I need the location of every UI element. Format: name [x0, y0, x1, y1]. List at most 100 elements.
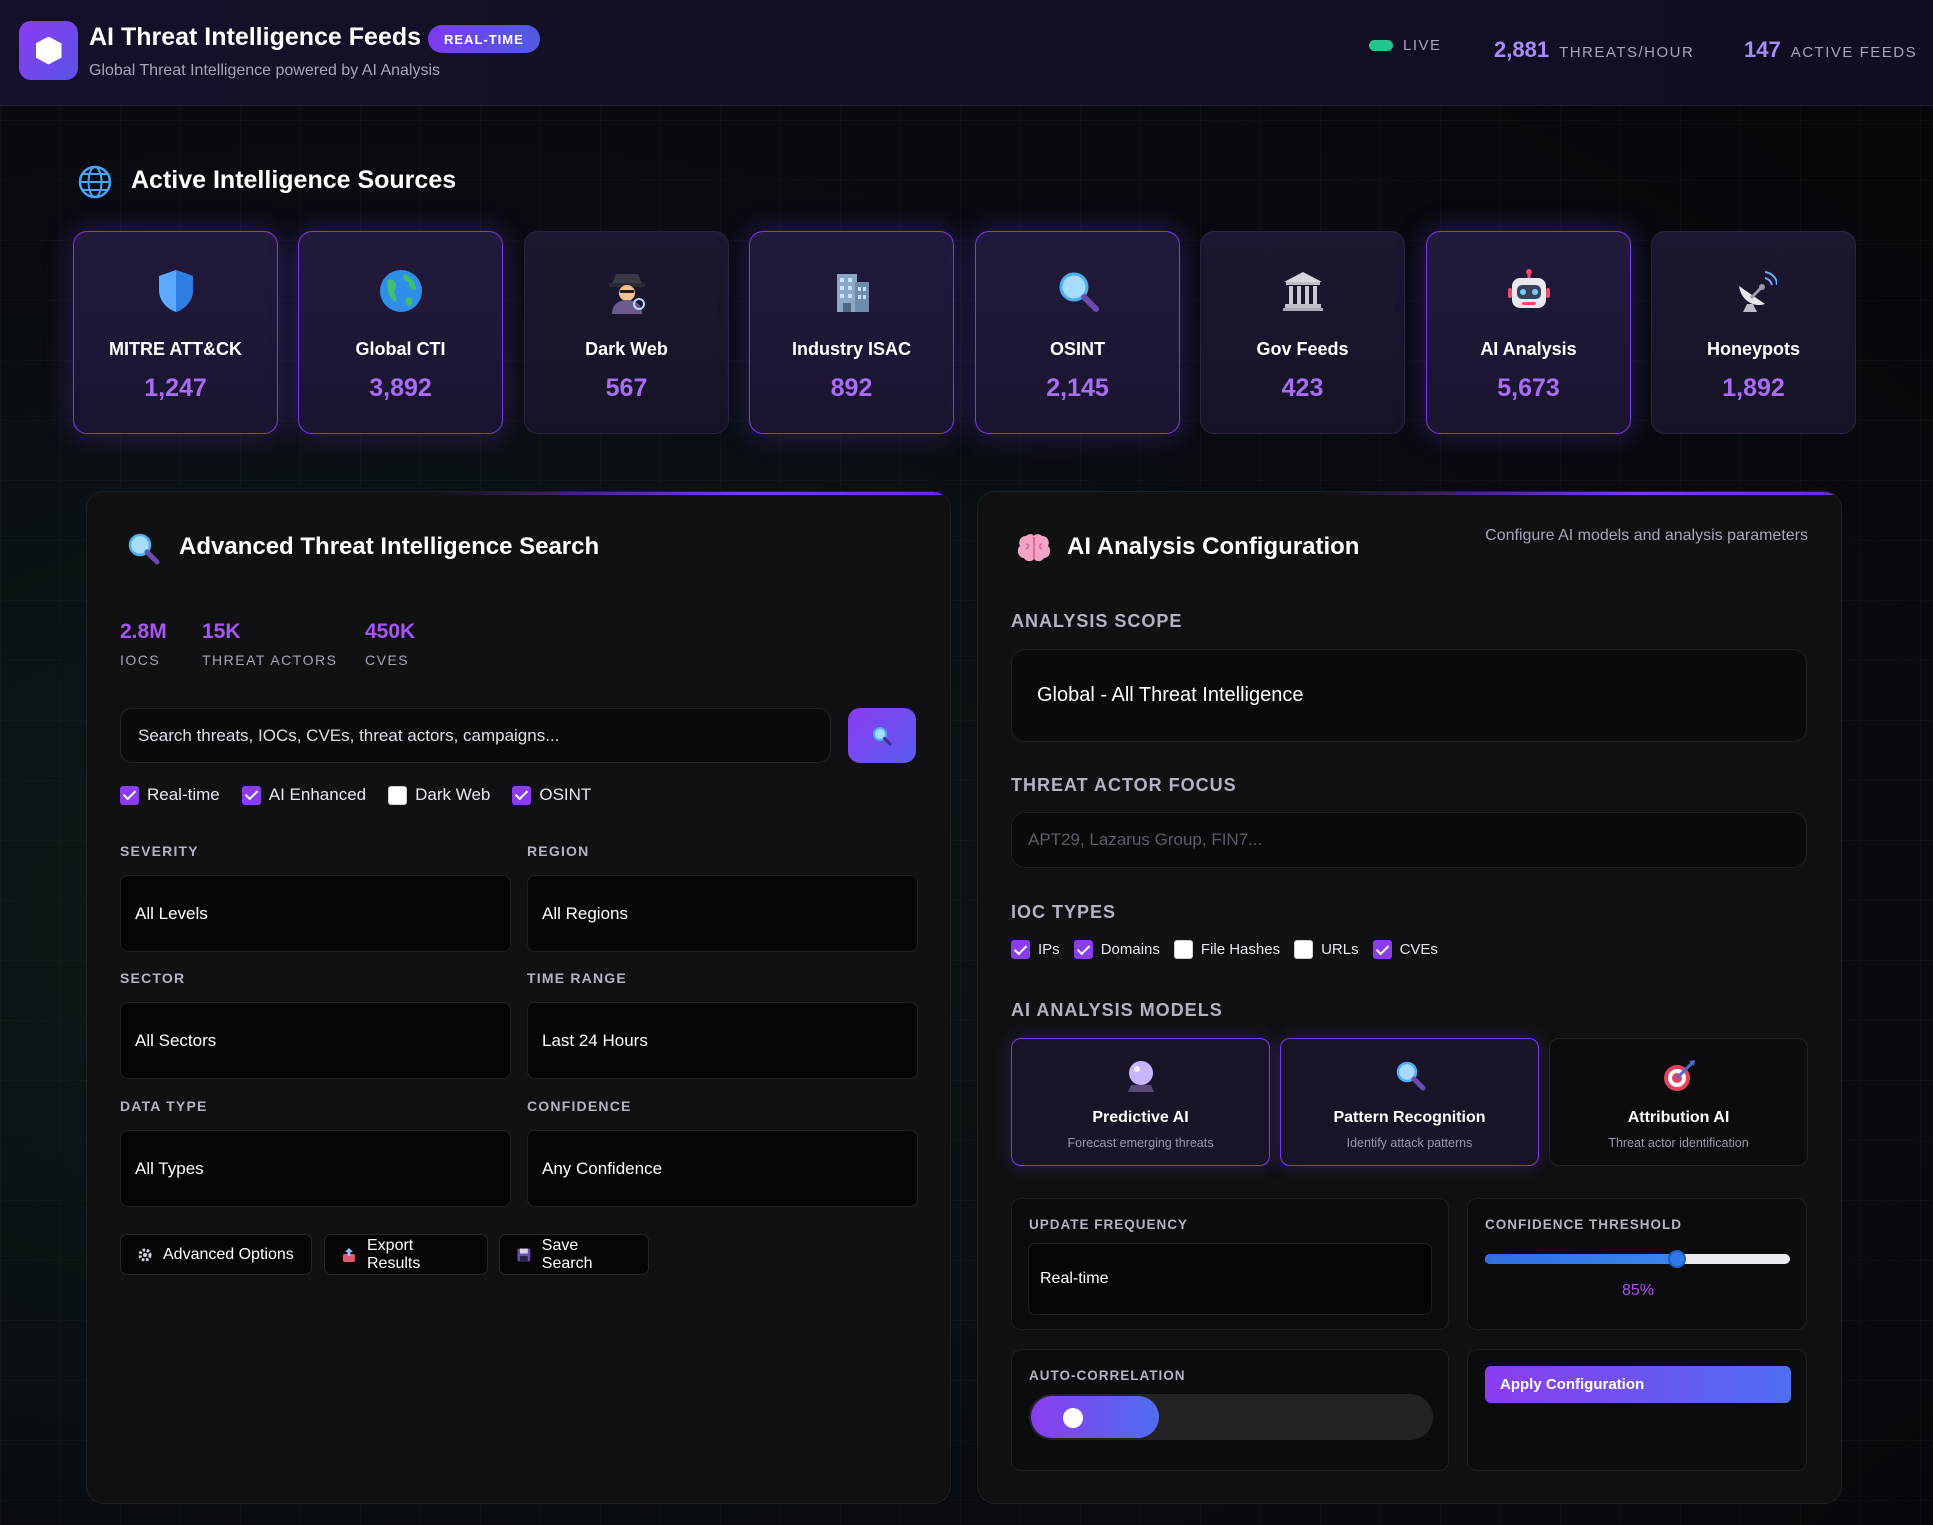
checkbox[interactable] — [388, 785, 408, 805]
app-header: AI Threat Intelligence Feeds REAL-TIME G… — [0, 0, 1933, 106]
threat-search-input[interactable]: Search threats, IOCs, CVEs, threat actor… — [120, 708, 831, 763]
analysis-scope-select[interactable]: Global - All Threat Intelligence — [1011, 649, 1807, 742]
time-range-select[interactable]: Last 24 Hours — [527, 1002, 918, 1079]
source-card-honeypots[interactable]: Honeypots 1,892 — [1651, 231, 1856, 434]
outbox-icon — [343, 1247, 355, 1262]
active-feeds-stat: 147 ACTIVE FEEDS — [1744, 37, 1917, 63]
government-building-icon — [1282, 272, 1323, 311]
live-indicator: LIVE — [1369, 37, 1442, 54]
confidence-select[interactable]: Any Confidence — [527, 1130, 918, 1207]
update-frequency-select[interactable]: Real-time — [1028, 1243, 1432, 1315]
ioc-types-label: IOC TYPES — [1011, 902, 1117, 922]
floppy-disk-icon — [517, 1248, 531, 1261]
crystal-ball-icon — [1127, 1061, 1154, 1092]
auto-correlation-label: AUTO-CORRELATION — [1029, 1368, 1186, 1383]
model-description: Forecast emerging threats — [1067, 1136, 1214, 1150]
region-select[interactable]: All Regions — [527, 875, 918, 952]
auto-correlation-toggle[interactable] — [1029, 1394, 1433, 1440]
source-card-industry-isac[interactable]: Industry ISAC 892 — [749, 231, 954, 434]
checkbox[interactable] — [241, 785, 261, 805]
severity-select[interactable]: All Levels — [120, 875, 511, 952]
brain-icon — [1017, 534, 1051, 562]
sector-select[interactable]: All Sectors — [120, 1002, 511, 1079]
toggle-knob — [1063, 1408, 1083, 1428]
ioc-domains[interactable]: Domains — [1073, 940, 1160, 959]
data-type-select[interactable]: All Types — [120, 1130, 511, 1207]
model-title: Attribution AI — [1627, 1109, 1730, 1126]
advanced-options-button[interactable]: Advanced Options — [120, 1234, 312, 1275]
checkbox[interactable] — [1294, 940, 1314, 959]
confidence-threshold-value: 85% — [1621, 1282, 1655, 1299]
checkbox[interactable] — [1372, 940, 1392, 959]
update-frequency-label: UPDATE FREQUENCY — [1029, 1217, 1189, 1232]
source-name: Industry ISAC — [791, 339, 911, 359]
gear-icon — [138, 1248, 152, 1261]
search-panel-title: Advanced Threat Intelligence Search — [179, 533, 600, 560]
stat-value: 450K — [365, 620, 416, 643]
ioc-cves[interactable]: CVEs — [1372, 940, 1438, 959]
source-count: 5,673 — [1497, 374, 1560, 402]
target-icon — [1663, 1060, 1695, 1091]
confidence-label: CONFIDENCE — [527, 1098, 632, 1114]
ioc-urls[interactable]: URLs — [1294, 940, 1359, 959]
source-card-ai-analysis[interactable]: AI Analysis 5,673 — [1426, 231, 1631, 434]
globe-icon — [78, 165, 112, 199]
office-building-icon — [836, 274, 869, 312]
source-name: Gov Feeds — [1256, 339, 1349, 359]
stat-cves: 450K CVES — [365, 620, 415, 668]
option-ai-enhanced[interactable]: AI Enhanced — [241, 785, 366, 805]
option-real-time[interactable]: Real-time — [120, 785, 220, 805]
checkbox[interactable] — [1011, 940, 1030, 959]
confidence-threshold-label: CONFIDENCE THRESHOLD — [1485, 1217, 1683, 1232]
export-results-button[interactable]: Export Results — [324, 1234, 488, 1275]
model-predictive-ai[interactable]: Predictive AI Forecast emerging threats — [1011, 1038, 1270, 1166]
threat-actor-focus-label: THREAT ACTOR FOCUS — [1011, 775, 1237, 795]
source-card-global-cti[interactable]: Global CTI 3,892 — [298, 231, 503, 434]
source-card-mitre[interactable]: MITRE ATT&CK 1,247 — [73, 231, 278, 434]
sector-label: SECTOR — [120, 970, 186, 986]
checkbox[interactable] — [1173, 940, 1193, 959]
search-button[interactable] — [848, 708, 916, 763]
confidence-slider-fill — [1485, 1254, 1678, 1264]
checkbox[interactable] — [120, 785, 139, 805]
threats-per-hour-stat: 2,881 THREATS/HOUR — [1494, 37, 1694, 63]
confidence-slider-track[interactable] — [1485, 1250, 1790, 1268]
threat-actor-input[interactable]: APT29, Lazarus Group, FIN7... — [1011, 812, 1807, 868]
stat-label: CVES — [365, 652, 410, 668]
config-panel-subtitle: Configure AI models and analysis paramet… — [1485, 527, 1808, 544]
source-name: Global CTI — [355, 339, 446, 359]
app-title: AI Threat Intelligence Feeds — [89, 23, 422, 51]
model-attribution-ai[interactable]: Attribution AI Threat actor identificati… — [1549, 1038, 1808, 1166]
data-type-label: DATA TYPE — [120, 1098, 208, 1114]
confidence-slider-thumb[interactable] — [1668, 1250, 1687, 1268]
magnifier-icon — [1059, 272, 1099, 312]
source-count: 2,145 — [1046, 374, 1109, 402]
auto-correlation-card: AUTO-CORRELATION — [1011, 1349, 1449, 1471]
ioc-file-hashes[interactable]: File Hashes — [1173, 940, 1280, 959]
model-description: Identify attack patterns — [1346, 1136, 1473, 1150]
stat-value: 15K — [202, 620, 241, 643]
toggle-fill — [1031, 1396, 1159, 1438]
source-name: Honeypots — [1706, 339, 1800, 359]
source-card-osint[interactable]: OSINT 2,145 — [975, 231, 1180, 434]
apply-configuration-button[interactable]: Apply Configuration — [1485, 1366, 1791, 1403]
globe-icon — [379, 270, 422, 312]
magnifier-icon — [128, 533, 160, 565]
source-count: 567 — [605, 374, 648, 402]
analysis-scope-label: ANALYSIS SCOPE — [1011, 611, 1183, 631]
save-search-button[interactable]: Save Search — [499, 1234, 649, 1275]
stat-label: THREAT ACTORS — [202, 652, 338, 668]
source-card-dark-web[interactable]: Dark Web 567 — [524, 231, 729, 434]
stat-iocs: 2.8M IOCS — [120, 620, 167, 668]
confidence-threshold-card: CONFIDENCE THRESHOLD 85% — [1467, 1198, 1807, 1330]
model-pattern-recognition[interactable]: Pattern Recognition Identify attack patt… — [1280, 1038, 1539, 1166]
source-count: 423 — [1281, 374, 1324, 402]
model-title: Pattern Recognition — [1333, 1109, 1486, 1126]
ioc-ips[interactable]: IPs — [1011, 940, 1060, 959]
option-osint[interactable]: OSINT — [512, 785, 591, 805]
option-dark-web[interactable]: Dark Web — [388, 785, 490, 805]
source-name: MITRE ATT&CK — [109, 339, 242, 359]
checkbox[interactable] — [1073, 940, 1093, 959]
checkbox[interactable] — [512, 785, 532, 805]
source-card-gov-feeds[interactable]: Gov Feeds 423 — [1200, 231, 1405, 434]
